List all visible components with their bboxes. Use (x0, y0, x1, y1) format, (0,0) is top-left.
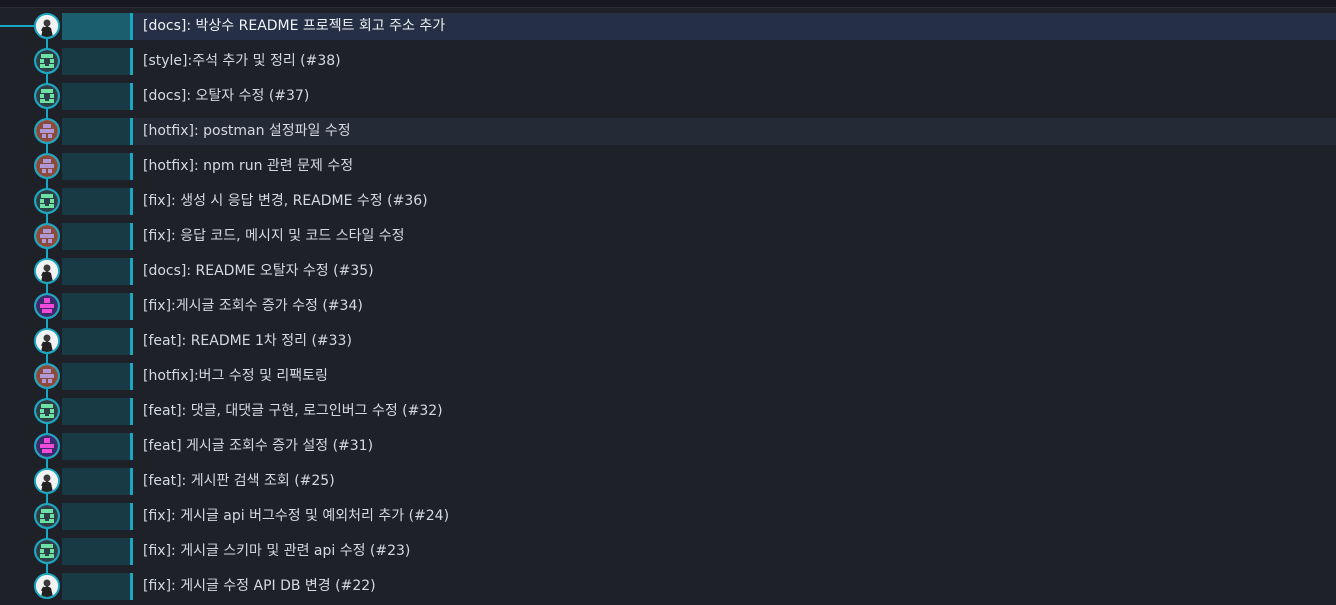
commit-message: [style]:주석 추가 및 정리 (#38) (143, 53, 341, 69)
commit-message: [fix]: 게시글 스키마 및 관련 api 수정 (#23) (143, 543, 411, 559)
graph-lane-band (62, 433, 130, 460)
branch-color-stripe (130, 258, 133, 285)
commit-message: [hotfix]: postman 설정파일 수정 (143, 123, 351, 139)
branch-color-stripe (130, 188, 133, 215)
branch-color-stripe (130, 573, 133, 600)
commit-row[interactable]: [style]:주석 추가 및 정리 (#38) (0, 45, 1336, 80)
photo-avatar[interactable] (34, 573, 60, 599)
commit-row[interactable]: [hotfix]:버그 수정 및 리팩토링 (0, 360, 1336, 395)
graph-lane-band (62, 223, 130, 250)
brown-identicon[interactable] (34, 118, 60, 144)
commit-row[interactable]: [hotfix]: npm run 관련 문제 수정 (0, 150, 1336, 185)
graph-lane-band (62, 328, 130, 355)
graph-lane-band (62, 258, 130, 285)
commit-row[interactable]: [feat] 게시글 조회수 증가 설정 (#31) (0, 430, 1336, 465)
top-toolbar (0, 0, 1336, 8)
branch-color-stripe (130, 293, 133, 320)
branch-color-stripe (130, 153, 133, 180)
graph-lane-band (62, 468, 130, 495)
branch-color-stripe (130, 118, 133, 145)
graph-lane-band (62, 118, 130, 145)
branch-color-stripe (130, 398, 133, 425)
commit-message: [fix]: 응답 코드, 메시지 및 코드 스타일 수정 (143, 228, 405, 244)
graph-lane-band (62, 83, 130, 110)
photo-avatar[interactable] (34, 258, 60, 284)
green-identicon[interactable] (34, 398, 60, 424)
green-identicon[interactable] (34, 83, 60, 109)
commit-row[interactable]: [feat]: 게시판 검색 조회 (#25) (0, 465, 1336, 500)
commit-row[interactable]: [docs]: README 오탈자 수정 (#35) (0, 255, 1336, 290)
row-background (132, 83, 1336, 110)
green-identicon[interactable] (34, 538, 60, 564)
branch-color-stripe (130, 328, 133, 355)
commit-message: [feat]: 게시판 검색 조회 (#25) (143, 473, 335, 489)
graph-lane-band (62, 363, 130, 390)
photo-avatar[interactable] (34, 13, 60, 39)
branch-color-stripe (130, 363, 133, 390)
commit-message: [fix]: 생성 시 응답 변경, README 수정 (#36) (143, 193, 428, 209)
commit-row[interactable]: [fix]: 게시글 스키마 및 관련 api 수정 (#23) (0, 535, 1336, 570)
green-identicon[interactable] (34, 188, 60, 214)
branch-color-stripe (130, 83, 133, 110)
graph-lane-band (62, 293, 130, 320)
branch-color-stripe (130, 13, 133, 40)
graph-lane-band (62, 188, 130, 215)
brown-identicon[interactable] (34, 363, 60, 389)
commit-message: [hotfix]:버그 수정 및 리팩토링 (143, 368, 328, 384)
commit-row[interactable]: [docs]: 박상수 README 프로젝트 회고 주소 추가 (0, 10, 1336, 45)
brown-identicon[interactable] (34, 153, 60, 179)
graph-lane-band (62, 503, 130, 530)
graph-lane-band (62, 153, 130, 180)
graph-lane-band (62, 398, 130, 425)
branch-color-stripe (130, 433, 133, 460)
commit-row[interactable]: [fix]: 게시글 api 버그수정 및 예외처리 추가 (#24) (0, 500, 1336, 535)
purple-identicon[interactable] (34, 433, 60, 459)
commit-message: [feat]: 댓글, 대댓글 구현, 로그인버그 수정 (#32) (143, 403, 443, 419)
commit-message: [fix]: 게시글 수정 API DB 변경 (#22) (143, 578, 376, 594)
graph-lane-band (62, 538, 130, 565)
brown-identicon[interactable] (34, 223, 60, 249)
branch-color-stripe (130, 503, 133, 530)
commit-message: [docs]: README 오탈자 수정 (#35) (143, 263, 374, 279)
commit-message: [feat]: README 1차 정리 (#33) (143, 333, 352, 349)
commit-message: [fix]:게시글 조회수 증가 수정 (#34) (143, 298, 363, 314)
branch-color-stripe (130, 48, 133, 75)
purple-identicon[interactable] (34, 293, 60, 319)
graph-lane-band (62, 13, 130, 40)
commit-row[interactable]: [fix]: 생성 시 응답 변경, README 수정 (#36) (0, 185, 1336, 220)
graph-lane-band (62, 48, 130, 75)
commit-message: [fix]: 게시글 api 버그수정 및 예외처리 추가 (#24) (143, 508, 450, 524)
branch-color-stripe (130, 468, 133, 495)
branch-color-stripe (130, 538, 133, 565)
commit-row[interactable]: [fix]:게시글 조회수 증가 수정 (#34) (0, 290, 1336, 325)
commit-row[interactable]: [hotfix]: postman 설정파일 수정 (0, 115, 1336, 150)
commit-row[interactable]: [fix]: 게시글 수정 API DB 변경 (#22) (0, 570, 1336, 605)
commit-message: [hotfix]: npm run 관련 문제 수정 (143, 158, 354, 174)
graph-lane-band (62, 573, 130, 600)
green-identicon[interactable] (34, 503, 60, 529)
photo-avatar[interactable] (34, 468, 60, 494)
commit-row[interactable]: [fix]: 응답 코드, 메시지 및 코드 스타일 수정 (0, 220, 1336, 255)
commit-row[interactable]: [docs]: 오탈자 수정 (#37) (0, 80, 1336, 115)
green-identicon[interactable] (34, 48, 60, 74)
commit-message: [docs]: 오탈자 수정 (#37) (143, 88, 310, 104)
commit-message: [feat] 게시글 조회수 증가 설정 (#31) (143, 438, 374, 454)
commit-message: [docs]: 박상수 README 프로젝트 회고 주소 추가 (143, 18, 446, 34)
photo-avatar[interactable] (34, 328, 60, 354)
commit-row[interactable]: [feat]: README 1차 정리 (#33) (0, 325, 1336, 360)
branch-connector-line (0, 25, 36, 27)
commit-row[interactable]: [feat]: 댓글, 대댓글 구현, 로그인버그 수정 (#32) (0, 395, 1336, 430)
branch-color-stripe (130, 223, 133, 250)
